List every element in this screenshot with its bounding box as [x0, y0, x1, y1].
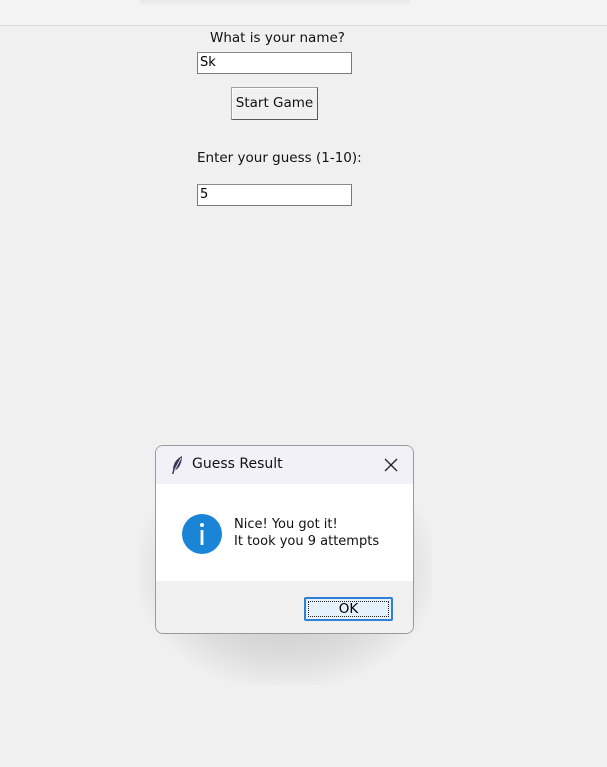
dialog-body: Nice! You got it! It took you 9 attempts	[156, 484, 413, 581]
start-game-button[interactable]: Start Game	[231, 87, 318, 120]
app-window: What is your name? Sk Start Game Enter y…	[0, 0, 607, 767]
name-prompt-label: What is your name?	[210, 30, 345, 46]
info-icon	[182, 514, 222, 554]
close-icon[interactable]	[384, 458, 398, 472]
guess-prompt-label: Enter your guess (1-10):	[197, 150, 362, 166]
dialog-titlebar[interactable]: Guess Result	[156, 446, 413, 484]
ok-button-label: OK	[338, 601, 359, 617]
dialog-message-line-2: It took you 9 attempts	[234, 534, 380, 549]
titlebar-shadow	[140, 0, 410, 6]
dialog-title: Guess Result	[192, 456, 283, 472]
ok-button[interactable]: OK	[304, 597, 393, 621]
feather-icon	[172, 456, 182, 474]
name-input[interactable]: Sk	[197, 52, 352, 74]
dialog-message-line-1: Nice! You got it!	[234, 517, 338, 532]
dialog-footer: OK	[156, 581, 413, 633]
guess-input[interactable]: 5	[197, 184, 352, 206]
guess-result-dialog: Guess Result Nice! You got it! It took y…	[155, 445, 414, 634]
